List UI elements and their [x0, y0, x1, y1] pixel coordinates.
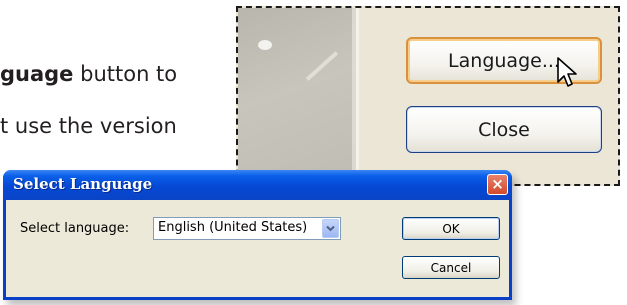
- select-language-label: Select language:: [20, 221, 130, 236]
- close-button[interactable]: Close: [406, 106, 602, 153]
- dialog-title: Select Language: [13, 175, 153, 193]
- instruction-text-rest: button to: [73, 62, 178, 86]
- language-select-value: English (United States): [158, 220, 308, 235]
- pointer-cursor-icon: [557, 57, 577, 87]
- cancel-button[interactable]: Cancel: [402, 256, 500, 279]
- select-language-dialog: Select Language × Select language: Engli…: [3, 170, 512, 300]
- ok-button[interactable]: OK: [402, 217, 500, 240]
- language-select[interactable]: English (United States): [153, 217, 341, 240]
- chevron-down-icon: [326, 225, 335, 232]
- callout-divider: [356, 8, 359, 184]
- device-photo-frame: [238, 8, 356, 184]
- device-photo-dot: [258, 40, 272, 50]
- device-photo: [238, 8, 358, 184]
- instruction-text-line-1: guage button to: [0, 62, 177, 86]
- language-select-dropdown-button[interactable]: [322, 219, 339, 238]
- language-keyword: guage: [0, 62, 74, 86]
- dialog-titlebar[interactable]: Select Language ×: [3, 170, 512, 200]
- zoom-callout: Language... Close: [236, 6, 620, 186]
- close-icon[interactable]: ×: [487, 174, 508, 195]
- instruction-text-line-2: t use the version: [0, 114, 177, 138]
